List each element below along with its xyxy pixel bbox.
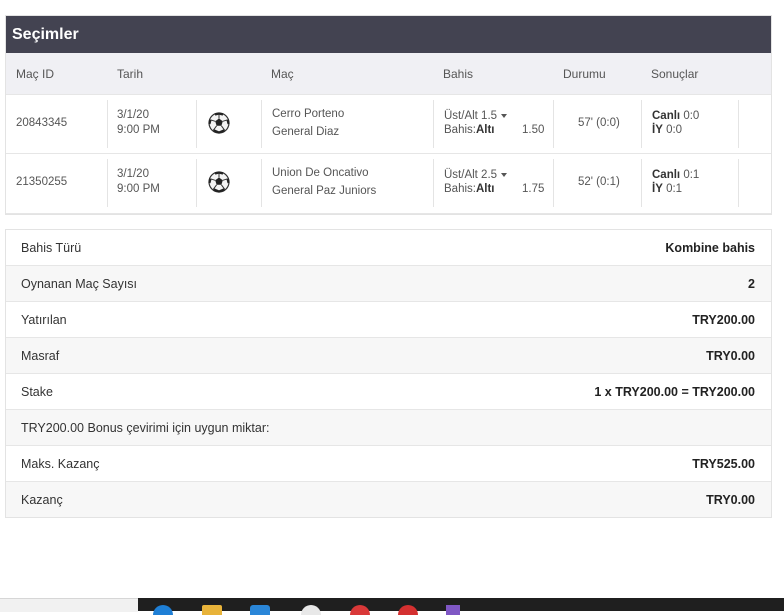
- app-icon[interactable]: [398, 605, 418, 615]
- soccer-ball-icon: [208, 112, 230, 134]
- col-bet: Bahis: [443, 67, 474, 81]
- bet-market-label: Üst/Alt 1.5: [444, 110, 498, 122]
- home-team[interactable]: Union De Oncativo: [272, 167, 369, 179]
- bet-summary-table: Bahis Türü Kombine bahis Oynanan Maç Say…: [5, 229, 772, 518]
- match-time: 9:00 PM: [117, 183, 160, 195]
- summary-row-deposit: Yatırılan TRY200.00: [6, 302, 771, 338]
- bet-pick-value: Altı: [475, 183, 495, 195]
- home-team[interactable]: Cerro Porteno: [272, 108, 344, 120]
- file-explorer-icon[interactable]: [202, 605, 222, 615]
- summary-row-stake: Stake 1 x TRY200.00 = TRY200.00: [6, 374, 771, 410]
- summary-row-fee: Masraf TRY0.00: [6, 338, 771, 374]
- summary-label: TRY200.00 Bonus çevirimi için uygun mikt…: [21, 420, 270, 435]
- summary-label: Bahis Türü: [21, 240, 82, 255]
- live-label: Canlı: [652, 110, 681, 122]
- store-icon[interactable]: [250, 605, 270, 615]
- caret-down-icon: [501, 173, 508, 177]
- match-id: 21350255: [16, 176, 68, 188]
- match-date: 3/1/20: [117, 109, 149, 121]
- chrome-icon[interactable]: [301, 605, 321, 615]
- visual-studio-icon[interactable]: [446, 605, 460, 615]
- bet-pick: Bahis:Altı: [444, 124, 495, 136]
- selection-row: 21350255 3/1/20 9:00 PM Union De Oncativ…: [6, 153, 771, 214]
- live-result: Canlı 0:1: [652, 169, 699, 181]
- summary-value: TRY0.00: [706, 348, 755, 363]
- caret-down-icon: [501, 114, 508, 118]
- live-score: 0:0: [683, 110, 700, 122]
- summary-value: 1 x TRY200.00 = TRY200.00: [594, 384, 755, 399]
- live-label: Canlı: [652, 169, 681, 181]
- match-id: 20843345: [16, 117, 68, 129]
- summary-value: TRY200.00: [692, 312, 755, 327]
- col-match-id: Maç ID: [16, 67, 55, 81]
- match-time: 9:00 PM: [117, 124, 160, 136]
- halftime-label: İY: [652, 183, 663, 195]
- summary-row-max-win: Maks. Kazanç TRY525.00: [6, 446, 771, 482]
- summary-row-bonus-eligible: TRY200.00 Bonus çevirimi için uygun mikt…: [6, 410, 771, 446]
- match-status: 57' (0:0): [578, 117, 620, 129]
- col-results: Sonuçlar: [651, 67, 699, 81]
- away-team[interactable]: General Paz Juniors: [272, 185, 376, 197]
- summary-label: Yatırılan: [21, 312, 67, 327]
- col-status: Durumu: [563, 67, 606, 81]
- summary-label: Masraf: [21, 348, 60, 363]
- summary-value: TRY525.00: [692, 456, 755, 471]
- soccer-ball-icon: [208, 171, 230, 193]
- bet-market-label: Üst/Alt 2.5: [444, 169, 498, 181]
- summary-value: TRY0.00: [706, 492, 755, 507]
- selections-panel: Seçimler Maç ID Tarih Maç Bahis Durumu S…: [5, 15, 772, 215]
- live-score: 0:1: [683, 169, 700, 181]
- odds: 1.75: [522, 183, 545, 195]
- col-date: Tarih: [117, 67, 144, 81]
- col-match: Maç: [271, 67, 294, 81]
- bet-label: Bahis:: [444, 183, 476, 195]
- away-team[interactable]: General Diaz: [272, 126, 339, 138]
- taskbar: [138, 598, 784, 615]
- summary-row-match-count: Oynanan Maç Sayısı 2: [6, 266, 771, 302]
- halftime-score: 0:1: [666, 183, 683, 195]
- bet-market[interactable]: Üst/Alt 2.5: [444, 169, 508, 181]
- opera-icon[interactable]: [350, 605, 370, 615]
- halftime-result: İY 0:1: [652, 183, 682, 195]
- summary-label: Kazanç: [21, 492, 63, 507]
- bet-pick-value: Altı: [475, 124, 495, 136]
- bet-pick: Bahis:Altı: [444, 183, 495, 195]
- selection-row: 20843345 3/1/20 9:00 PM Cerro Porteno Ge…: [6, 94, 771, 153]
- halftime-label: İY: [652, 124, 663, 136]
- taskbar-search-area[interactable]: [0, 598, 138, 612]
- halftime-score: 0:0: [666, 124, 683, 136]
- summary-row-bet-type: Bahis Türü Kombine bahis: [6, 230, 771, 266]
- summary-value: 2: [748, 276, 755, 291]
- edge-icon[interactable]: [153, 605, 173, 615]
- summary-label: Maks. Kazanç: [21, 456, 100, 471]
- odds: 1.50: [522, 124, 545, 136]
- live-result: Canlı 0:0: [652, 110, 699, 122]
- summary-value: Kombine bahis: [665, 240, 755, 255]
- summary-label: Oynanan Maç Sayısı: [21, 276, 138, 291]
- match-status: 52' (0:1): [578, 176, 620, 188]
- selections-column-headers: Maç ID Tarih Maç Bahis Durumu Sonuçlar: [6, 53, 771, 94]
- summary-label: Stake: [21, 384, 53, 399]
- bet-label: Bahis:: [444, 124, 476, 136]
- bet-market[interactable]: Üst/Alt 1.5: [444, 110, 508, 122]
- summary-row-win: Kazanç TRY0.00: [6, 482, 771, 517]
- match-date: 3/1/20: [117, 168, 149, 180]
- halftime-result: İY 0:0: [652, 124, 682, 136]
- selections-title: Seçimler: [6, 16, 771, 53]
